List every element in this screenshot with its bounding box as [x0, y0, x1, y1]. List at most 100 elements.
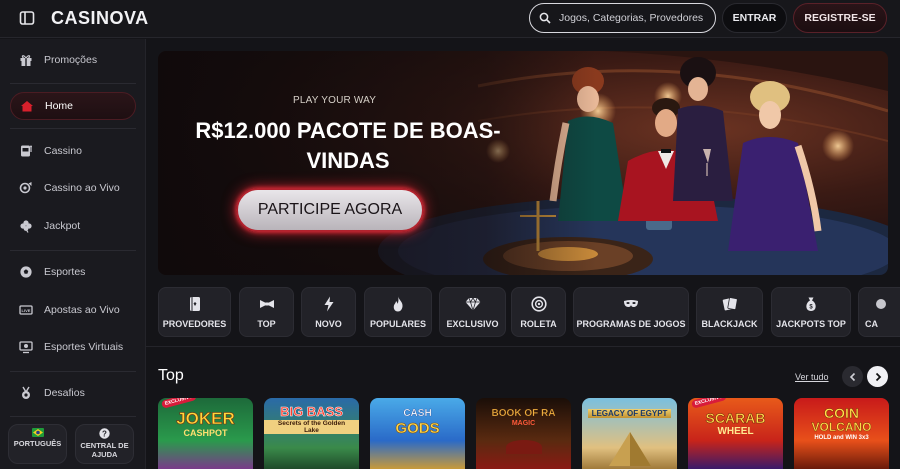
sidebar-item-esportes-virtuais[interactable]: Esportes Virtuais	[10, 333, 136, 361]
sidebar-divider	[10, 128, 136, 129]
category-populares[interactable]: POPULARES	[364, 287, 432, 337]
live-casino-icon	[19, 181, 33, 195]
game-subtitle: VOLCANO	[811, 420, 872, 434]
category-label: CA	[865, 319, 878, 329]
sidebar-item-cassino[interactable]: Cassino	[10, 137, 136, 165]
clover-icon	[19, 219, 33, 233]
category-roleta[interactable]: ROLETA	[511, 287, 566, 337]
game-card-joker-cashpot[interactable]: EXCLUSIVO JOKER CASHPOT	[158, 398, 253, 469]
category-top[interactable]: TOP	[239, 287, 294, 337]
language-button[interactable]: PORTUGUÊS	[8, 424, 67, 464]
category-label: POPULARES	[369, 319, 426, 329]
language-label: PORTUGUÊS	[13, 439, 62, 448]
category-provedores[interactable]: PROVEDORES	[158, 287, 231, 337]
brand-logo[interactable]: CASINOVA	[51, 8, 149, 29]
category-jackpots-top[interactable]: $ JACKPOTS TOP	[771, 287, 851, 337]
game-title: COIN	[824, 405, 860, 422]
provider-cards-icon	[187, 296, 203, 312]
game-subtitle: CASHPOT	[183, 428, 228, 438]
sidebar-item-desafios[interactable]: Desafios	[10, 379, 136, 407]
game-card-big-bass[interactable]: BIG BASS Secrets of the Golden Lake	[264, 398, 359, 469]
home-icon	[20, 99, 34, 113]
carousel-prev-button[interactable]	[842, 366, 863, 387]
hero-subtitle: PLAY YOUR WAY	[293, 95, 377, 106]
slot-machine-icon	[19, 144, 33, 158]
svg-text:?: ?	[102, 429, 107, 438]
game-card-cash-gods[interactable]: CASH GODS	[370, 398, 465, 469]
game-subtitle: MAGIC	[511, 420, 536, 427]
category-exclusivo[interactable]: EXCLUSIVO	[439, 287, 506, 337]
category-label: PROVEDORES	[162, 319, 227, 329]
sidebar-divider	[10, 83, 136, 84]
sidebar-item-cassino-ao-vivo[interactable]: Cassino ao Vivo	[10, 174, 136, 202]
sidebar-item-label: Esportes	[44, 266, 86, 278]
search-icon	[539, 12, 551, 24]
category-label: PROGRAMAS DE JOGOS	[576, 319, 686, 329]
game-card-book-of-ra-magic[interactable]: BOOK OF RA MAGIC	[476, 398, 571, 469]
sidebar-item-label: Cassino	[44, 145, 82, 157]
pyramid-illustration	[609, 432, 651, 466]
join-now-button[interactable]: PARTICIPE AGORA	[236, 188, 424, 232]
brazil-flag-icon	[31, 428, 44, 437]
category-label: JACKPOTS TOP	[776, 319, 846, 329]
category-label: TOP	[257, 319, 276, 329]
top-section-title: Top	[158, 367, 184, 384]
game-feature: HOLD and WIN 3x3	[814, 435, 869, 441]
game-title: LEGACY OF EGYPT	[588, 409, 671, 418]
category-ca-partial[interactable]: CA	[858, 287, 900, 337]
gift-icon	[19, 53, 33, 67]
sidebar: Promoções Home Cassino Cassino ao Vivo J…	[0, 39, 146, 469]
top-header: CASINOVA Jogos, Categorias, Provedores E…	[0, 0, 900, 38]
lightning-icon	[321, 296, 337, 312]
sidebar-item-jackpot[interactable]: Jackpot	[10, 212, 136, 240]
game-card-legacy-of-egypt[interactable]: LEGACY OF EGYPT	[582, 398, 677, 469]
category-label: BLACKJACK	[701, 319, 758, 329]
carousel-next-button[interactable]	[867, 366, 888, 387]
sidebar-divider	[10, 371, 136, 372]
live-tv-icon: LIVE	[19, 303, 33, 317]
register-button[interactable]: REGISTRE-SE	[793, 3, 887, 33]
login-button[interactable]: ENTRAR	[722, 3, 787, 33]
sidebar-item-promocoes[interactable]: Promoções	[10, 46, 136, 74]
help-center-button[interactable]: ? CENTRAL DE AJUDA	[75, 424, 134, 464]
mask-icon	[623, 296, 639, 312]
category-bar: PROVEDORES TOP NOVO POPULARES EXCLUSIVO …	[158, 287, 900, 337]
money-bag-icon: $	[803, 296, 819, 312]
search-input[interactable]: Jogos, Categorias, Provedores	[559, 12, 703, 24]
sidebar-item-esportes[interactable]: Esportes	[10, 258, 136, 286]
sidebar-divider	[10, 416, 136, 417]
category-novo[interactable]: NOVO	[301, 287, 356, 337]
game-title: JOKER	[176, 409, 235, 429]
category-blackjack[interactable]: BLACKJACK	[696, 287, 763, 337]
bowtie-icon	[259, 296, 275, 312]
search-box[interactable]: Jogos, Categorias, Provedores	[529, 3, 716, 33]
category-label: ROLETA	[520, 319, 557, 329]
svg-text:LIVE: LIVE	[22, 308, 31, 313]
sidebar-divider	[10, 250, 136, 251]
roulette-icon	[530, 296, 547, 312]
medal-icon	[19, 386, 33, 400]
see-all-link[interactable]: Ver tudo	[795, 372, 829, 382]
game-title: CASH	[403, 408, 432, 419]
sidebar-item-apostas-ao-vivo[interactable]: LIVE Apostas ao Vivo	[10, 296, 136, 324]
hero-banner[interactable]: PLAY YOUR WAY R$12.000 PACOTE DE BOAS-VI…	[158, 51, 888, 275]
diamond-icon	[465, 296, 481, 312]
sidebar-item-label: Promoções	[44, 54, 98, 66]
sidebar-toggle-icon[interactable]	[19, 10, 35, 26]
sidebar-item-label: Esportes Virtuais	[44, 341, 124, 353]
playing-cards-icon	[722, 296, 738, 312]
category-label: NOVO	[315, 319, 342, 329]
game-title: BOOK OF RA	[491, 408, 556, 419]
category-label: EXCLUSIVO	[446, 319, 499, 329]
game-subtitle: WHEEL	[717, 426, 754, 437]
game-title: BIG BASS	[280, 404, 343, 420]
sidebar-item-home[interactable]: Home	[10, 92, 136, 120]
sidebar-item-label: Apostas ao Vivo	[44, 304, 120, 316]
game-title: SCARAB	[705, 410, 766, 427]
game-card-coin-volcano[interactable]: COIN VOLCANO HOLD and WIN 3x3	[794, 398, 889, 469]
sidebar-item-label: Cassino ao Vivo	[44, 182, 120, 194]
more-icon	[873, 296, 889, 312]
game-card-scarab-wheel[interactable]: EXCLUSIVO SCARAB WHEEL	[688, 398, 783, 469]
category-programas-de-jogos[interactable]: PROGRAMAS DE JOGOS	[573, 287, 689, 337]
virtual-sports-icon	[19, 340, 33, 354]
